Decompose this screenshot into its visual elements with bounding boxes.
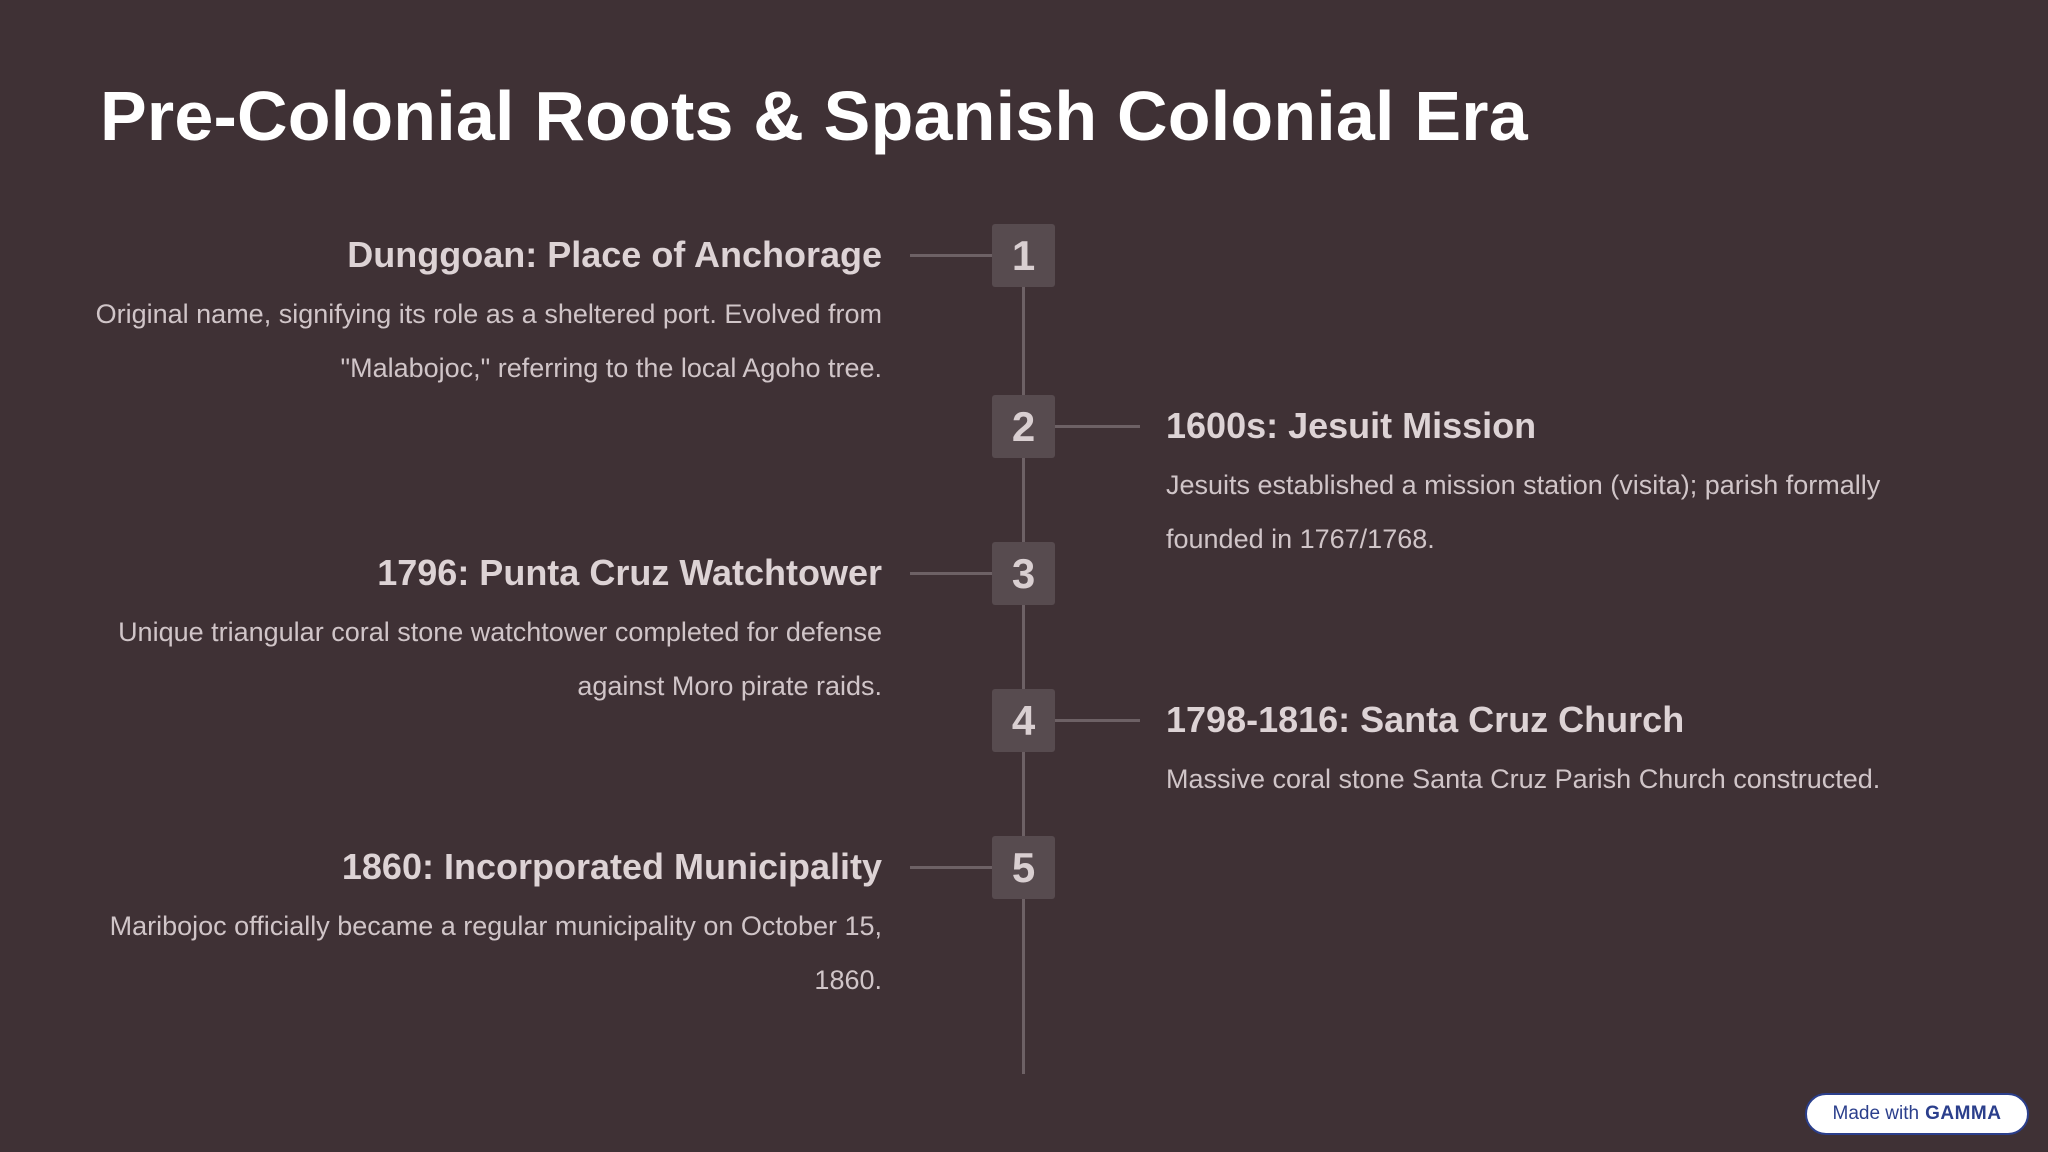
timeline-heading-2: 1600s: Jesuit Mission	[1166, 405, 1537, 446]
timeline-connector-5	[910, 866, 997, 869]
timeline-connector-3	[910, 572, 997, 575]
timeline-description-4: Massive coral stone Santa Cruz Parish Ch…	[1166, 764, 1881, 794]
made-with-label: Made with	[1832, 1103, 1920, 1124]
timeline-badge-2: 2	[992, 395, 1055, 458]
timeline-connector-1	[910, 254, 997, 257]
timeline-badge-1: 1	[992, 224, 1055, 287]
timeline-description-1: Original name, signifying its role as a …	[95, 299, 882, 383]
made-with-gamma-badge[interactable]: Made with GAMMA	[1805, 1093, 2029, 1135]
timeline-axis	[1022, 254, 1025, 1074]
timeline-entry-3: 1796: Punta Cruz Watchtower Unique trian…	[82, 551, 882, 713]
timeline-heading-3: 1796: Punta Cruz Watchtower	[377, 552, 882, 593]
timeline-badge-3: 3	[992, 542, 1055, 605]
timeline-description-2: Jesuits established a mission station (v…	[1166, 470, 1881, 554]
timeline-entry-2: 1600s: Jesuit Mission Jesuits establishe…	[1166, 404, 1956, 566]
timeline-description-5: Maribojoc officially became a regular mu…	[109, 911, 882, 995]
timeline-connector-2	[1053, 425, 1140, 428]
timeline-heading-1: Dunggoan: Place of Anchorage	[347, 234, 882, 275]
gamma-logo: GAMMA	[1925, 1103, 2002, 1124]
timeline-entry-5: 1860: Incorporated Municipality Maribojo…	[82, 845, 882, 1007]
timeline-badge-4: 4	[992, 689, 1055, 752]
slide-title: Pre-Colonial Roots & Spanish Colonial Er…	[100, 77, 1528, 155]
timeline-badge-5: 5	[992, 836, 1055, 899]
timeline-heading-4: 1798-1816: Santa Cruz Church	[1166, 699, 1685, 740]
timeline-entry-4: 1798-1816: Santa Cruz Church Massive cor…	[1166, 698, 1956, 806]
timeline-connector-4	[1053, 719, 1140, 722]
timeline-heading-5: 1860: Incorporated Municipality	[341, 846, 882, 887]
timeline-entry-1: Dunggoan: Place of Anchorage Original na…	[82, 233, 882, 395]
timeline-description-3: Unique triangular coral stone watchtower…	[118, 617, 882, 701]
